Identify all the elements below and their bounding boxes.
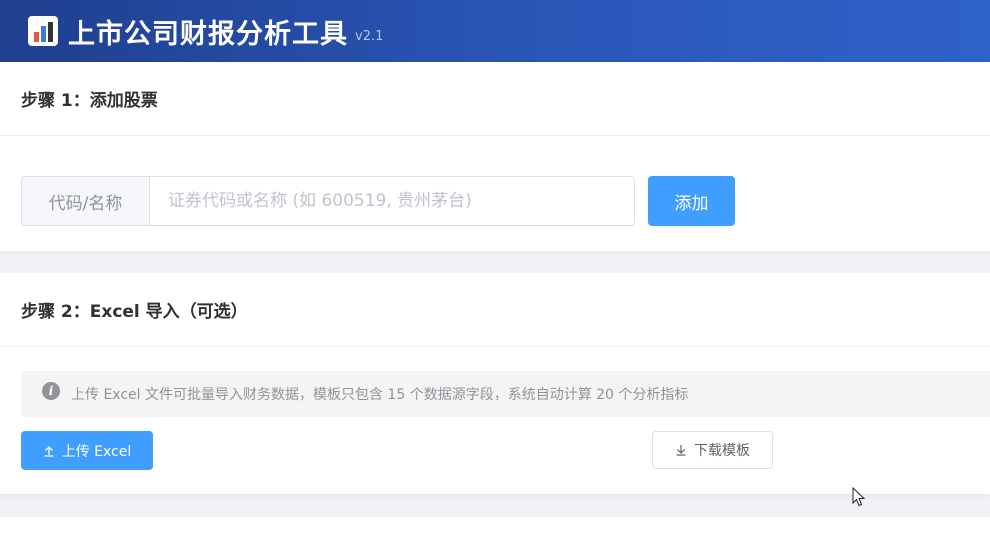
upload-excel-button[interactable]: 上传 Excel [21, 431, 153, 470]
step1-title: 步骤 1：添加股票 [0, 62, 990, 136]
upload-excel-label: 上传 Excel [61, 443, 132, 460]
mouse-cursor-icon [852, 487, 866, 507]
info-alert-text: 上传 Excel 文件可批量导入财务数据，模板只包含 15 个数据源字段，系统自… [71, 387, 689, 403]
download-icon [675, 444, 687, 456]
stock-input-group: 代码/名称 [21, 176, 635, 226]
step1-card: 步骤 1：添加股票 代码/名称 添加 [0, 62, 990, 251]
stock-search-input[interactable] [150, 177, 634, 225]
app-header: 上市公司财报分析工具 v2.1 [0, 0, 990, 62]
input-prepend-label: 代码/名称 [22, 177, 150, 225]
version-label: v2.1 [355, 28, 384, 44]
download-template-button[interactable]: 下载模板 [652, 431, 773, 469]
download-template-label: 下载模板 [694, 443, 750, 459]
step3-card [0, 517, 990, 542]
step2-title: 步骤 2：Excel 导入（可选） [0, 273, 990, 347]
bar-chart-icon [28, 16, 58, 46]
app-title: 上市公司财报分析工具 [68, 18, 348, 50]
info-alert: i 上传 Excel 文件可批量导入财务数据，模板只包含 15 个数据源字段，系… [21, 371, 990, 417]
info-icon: i [42, 382, 60, 400]
upload-icon [43, 445, 55, 457]
add-stock-button[interactable]: 添加 [648, 176, 735, 226]
step2-card: 步骤 2：Excel 导入（可选） i 上传 Excel 文件可批量导入财务数据… [0, 273, 990, 494]
